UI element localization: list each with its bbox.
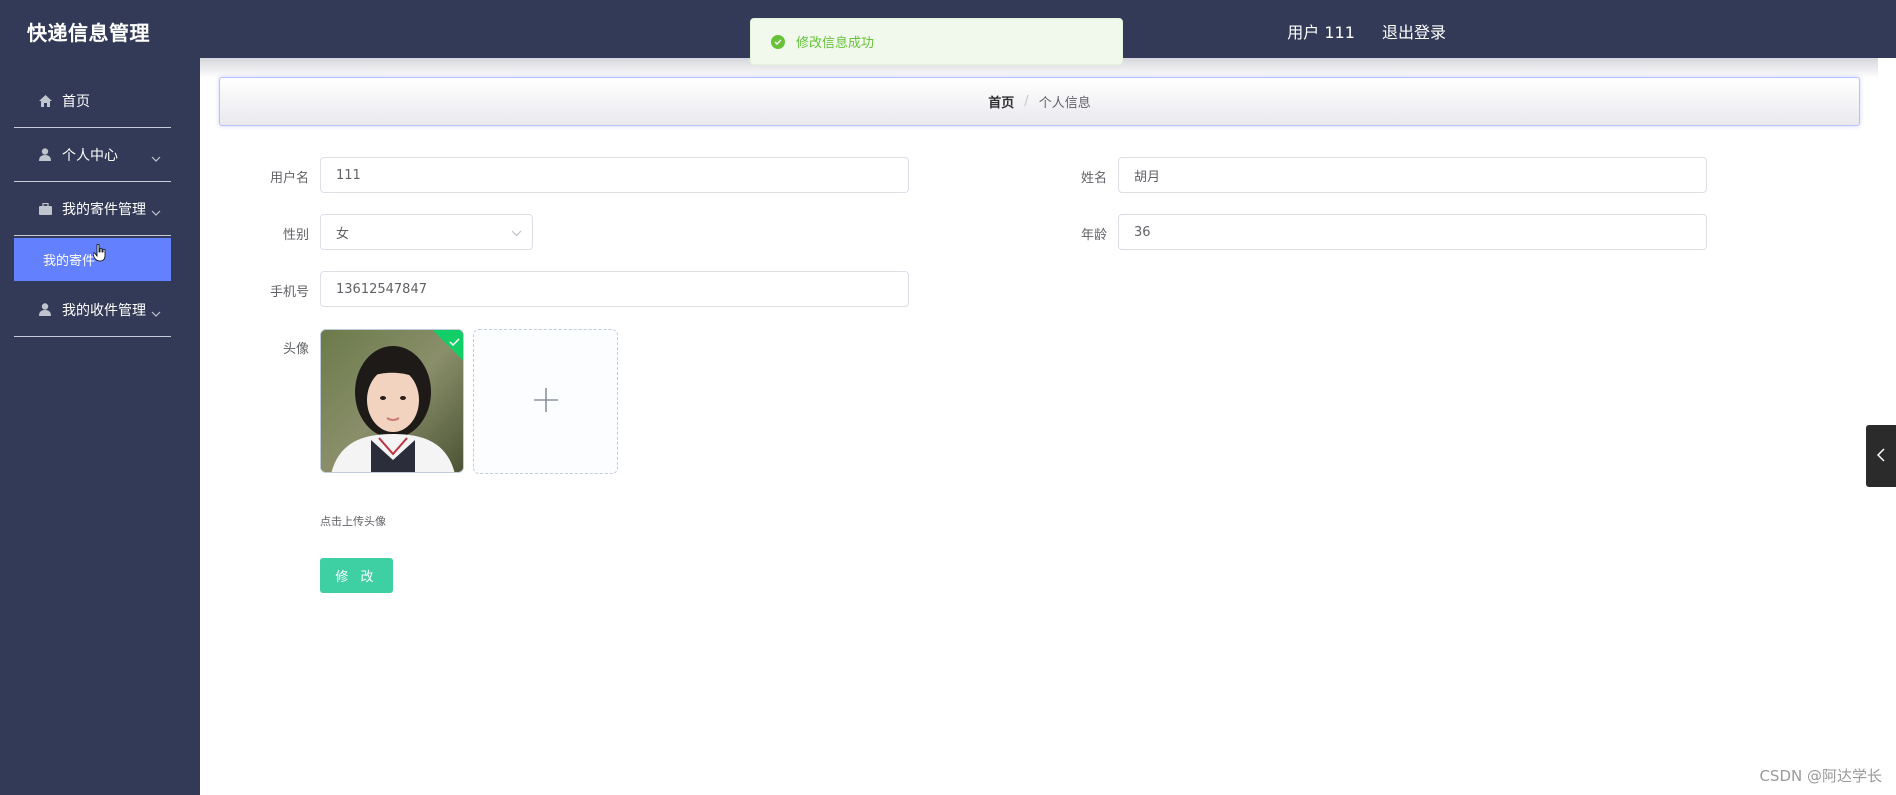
username-field[interactable]: 111 [320, 157, 909, 193]
success-check-icon [771, 34, 785, 49]
phone-field[interactable]: 13612547847 [320, 271, 909, 307]
age-value: 36 [1134, 224, 1151, 240]
gender-select[interactable]: 女 [320, 214, 533, 250]
breadcrumb-separator: / [1024, 94, 1029, 109]
sidebar-item-home[interactable]: 首页 [14, 74, 171, 128]
sidebar-item-my-sending[interactable]: 我的寄件管理 [14, 182, 171, 236]
username-label: 用户名 [269, 171, 309, 186]
chevron-down-icon [151, 204, 161, 220]
checkmark-icon [449, 332, 460, 351]
avatar-upload-button[interactable] [473, 329, 618, 474]
sidebar-item-label: 我的收件管理 [62, 302, 146, 319]
upload-hint: 点击上传头像 [320, 515, 386, 528]
phone-label: 手机号 [269, 285, 309, 300]
sidebar-item-label: 个人中心 [62, 147, 118, 164]
age-label: 年龄 [1080, 228, 1107, 243]
success-toast: 修改信息成功 [750, 18, 1123, 65]
user-icon [38, 148, 52, 162]
sidebar-subitem-my-sending[interactable]: 我的寄件 [14, 238, 171, 281]
user-info: 用户 111 退出登录 [1287, 19, 1446, 43]
sidebar-menu: 首页 个人中心 我的寄件管理 我的寄件 我的收件管理 [14, 74, 171, 337]
chevron-left-icon [1876, 447, 1885, 466]
name-label: 姓名 [1080, 171, 1107, 186]
side-panel-toggle[interactable] [1866, 425, 1896, 487]
submit-button[interactable]: 修 改 [320, 558, 393, 593]
avatar-image [321, 330, 463, 472]
breadcrumb-current: 个人信息 [1038, 96, 1091, 111]
sidebar: 快递信息管理 首页 个人中心 我的寄件管理 我的寄件 我的收件管理 [0, 0, 200, 795]
sidebar-item-my-receiving[interactable]: 我的收件管理 [14, 283, 171, 337]
plus-icon [533, 387, 559, 417]
age-field[interactable]: 36 [1118, 214, 1707, 250]
sidebar-item-label: 首页 [62, 93, 90, 110]
avatar-thumbnail[interactable] [320, 329, 464, 473]
chevron-down-icon [151, 305, 161, 321]
chevron-down-icon [511, 226, 522, 241]
sidebar-subitem-label: 我的寄件 [43, 254, 96, 269]
app-title: 快递信息管理 [27, 21, 150, 45]
phone-value: 13612547847 [336, 281, 427, 297]
logout-button[interactable]: 退出登录 [1382, 23, 1446, 42]
sidebar-item-personal-center[interactable]: 个人中心 [14, 128, 171, 182]
username-value: 111 [336, 167, 361, 183]
breadcrumb: 首页 / 个人信息 [219, 77, 1860, 126]
chevron-down-icon [151, 150, 161, 166]
home-icon [38, 94, 52, 108]
username-label: 用户 111 [1287, 23, 1355, 42]
gender-label: 性别 [282, 228, 309, 243]
briefcase-icon [38, 202, 52, 216]
avatar-label: 头像 [282, 342, 309, 357]
toast-message: 修改信息成功 [796, 36, 875, 51]
watermark: CSDN @阿达学长 [1759, 767, 1882, 785]
sidebar-item-label: 我的寄件管理 [62, 201, 146, 218]
gender-value: 女 [336, 226, 350, 242]
name-field[interactable]: 胡月 [1118, 157, 1707, 193]
hand-cursor-icon [92, 243, 107, 266]
user-icon [38, 303, 52, 317]
breadcrumb-home[interactable]: 首页 [988, 92, 1014, 111]
name-value: 胡月 [1134, 169, 1161, 185]
